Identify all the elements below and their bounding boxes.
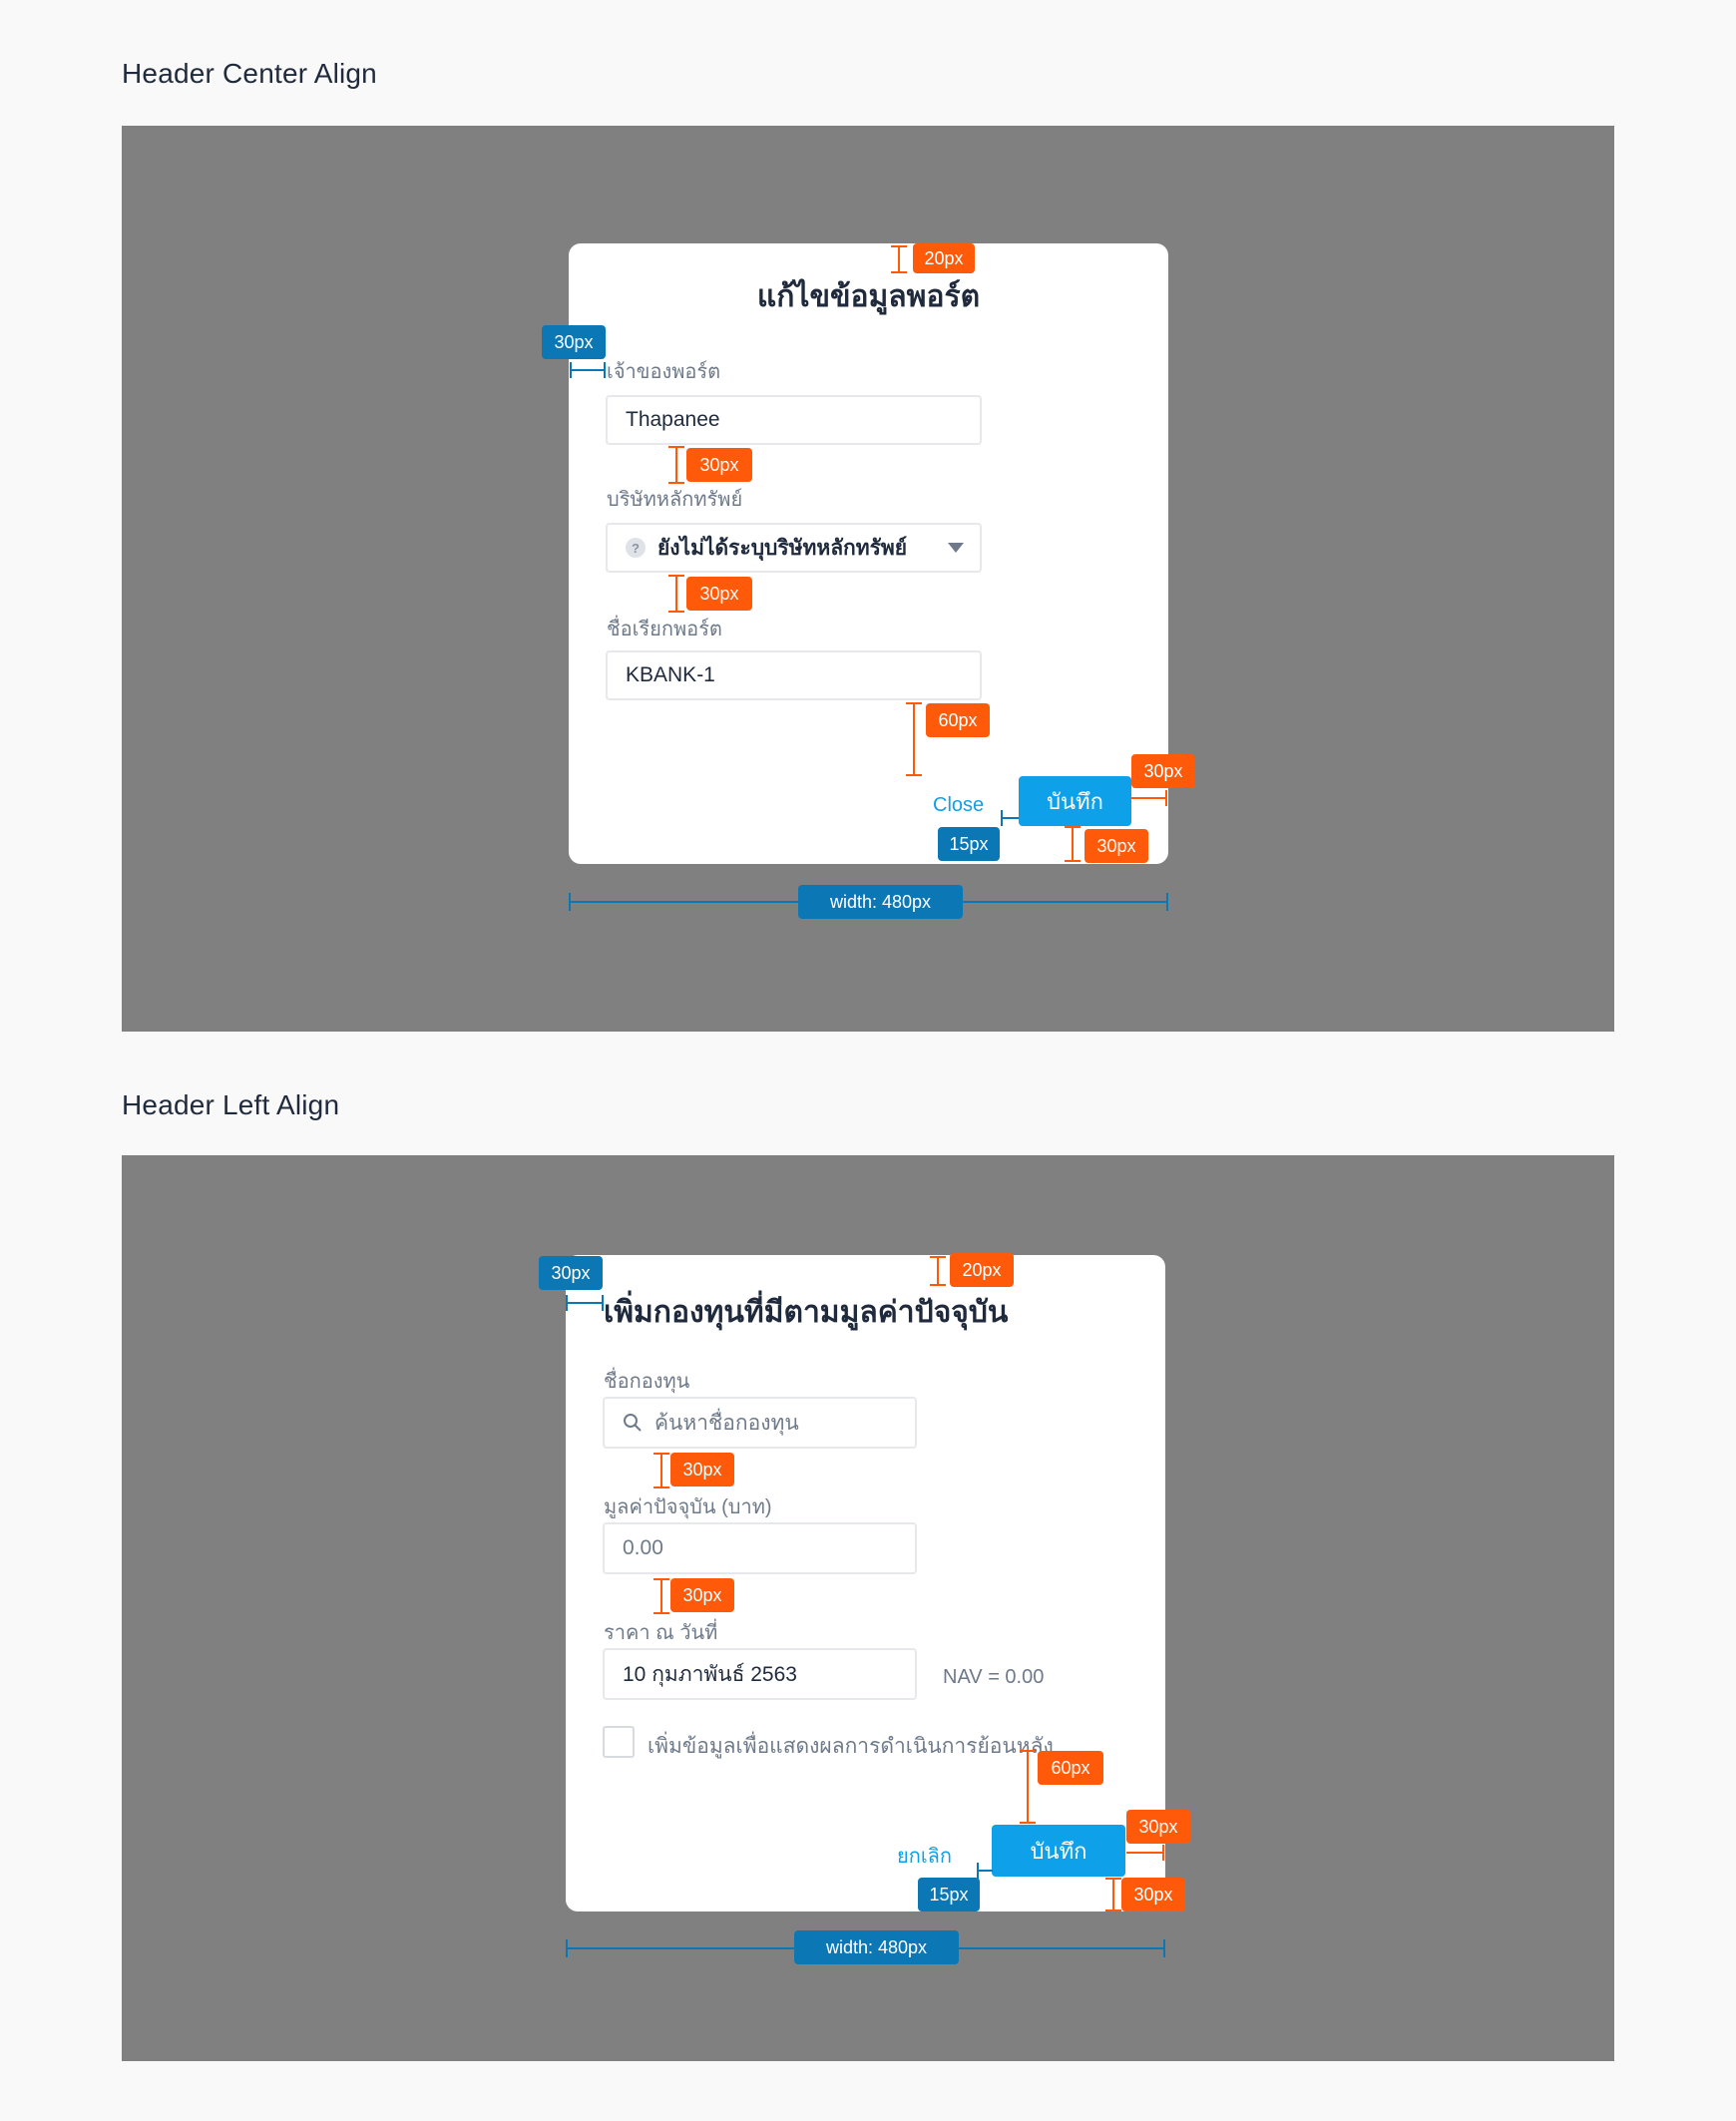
broker-select[interactable]: ? ยังไม่ได้ระบุบริษัทหลักทรัพย์ <box>606 523 982 573</box>
current-value-field[interactable]: 0.00 <box>603 1522 917 1574</box>
spacing-tag-30px: 30px <box>686 448 752 482</box>
spacing-marker-cap <box>668 482 684 484</box>
help-icon: ? <box>626 538 646 558</box>
spacing-marker <box>675 575 677 613</box>
spacing-tag-20px: 20px <box>950 1253 1014 1287</box>
spacing-marker-cap <box>1020 1822 1036 1824</box>
spacing-marker-cap <box>570 362 572 378</box>
width-marker-cap <box>566 1939 568 1957</box>
spacing-marker-cap <box>1065 860 1081 862</box>
spacing-marker-cap <box>668 575 684 577</box>
spacing-marker-cap <box>1105 1909 1121 1911</box>
spacing-tag-30px: 30px <box>686 577 752 611</box>
spacing-marker <box>570 369 606 371</box>
spacing-tag-15px: 15px <box>938 827 1000 861</box>
spacing-marker-cap <box>1162 1845 1164 1861</box>
spacing-marker-cap <box>653 1486 669 1488</box>
spacing-marker-cap <box>930 1284 946 1286</box>
spacing-marker-cap <box>604 362 606 378</box>
fund-search-placeholder: ค้นหาชื่อกองทุน <box>654 1411 799 1435</box>
spacing-tag-15px: 15px <box>918 1878 980 1911</box>
spacing-marker-cap <box>653 1578 669 1580</box>
spacing-marker-cap <box>891 271 907 273</box>
dialog-title: เพิ่มกองทุนที่มีตามมูลค่าปัจจุบัน <box>604 1296 1009 1329</box>
dialog-left: เพิ่มกองทุนที่มีตามมูลค่าปัจจุบัน ชื่อกอ… <box>566 1255 1165 1911</box>
current-value-label: มูลค่าปัจจุบัน (บาท) <box>604 1496 772 1518</box>
caret-down-icon <box>948 543 964 553</box>
spacing-tag-60px: 60px <box>926 703 990 737</box>
spacing-marker <box>913 702 915 776</box>
spacing-tag-30px: 30px <box>1121 1878 1185 1911</box>
save-button[interactable]: บันทึก <box>1019 776 1131 826</box>
price-date-label: ราคา ณ วันที่ <box>604 1622 718 1644</box>
broker-select-value: ยังไม่ได้ระบุบริษัทหลักทรัพย์ <box>657 536 908 560</box>
history-checkbox-label: เพิ่มข้อมูลเพื่อแสดงผลการดำเนินการย้อนหล… <box>648 1735 1054 1758</box>
spacing-tag-30px: 30px <box>1126 1810 1190 1844</box>
spacing-marker-cap <box>977 1863 979 1879</box>
spacing-marker <box>1112 1878 1114 1911</box>
spacing-marker <box>675 446 677 484</box>
nav-text: NAV = 0.00 <box>943 1666 1045 1688</box>
owner-field[interactable]: Thapanee <box>606 395 982 445</box>
spacing-marker-cap <box>1165 790 1167 806</box>
spacing-marker-cap <box>566 1295 568 1311</box>
fund-name-label: ชื่อกองทุน <box>604 1371 690 1393</box>
spacing-marker-cap <box>930 1256 946 1258</box>
spacing-marker-cap <box>906 774 922 776</box>
dialog-center: แก้ไขข้อมูลพอร์ต เจ้าของพอร์ต Thapanee บ… <box>569 243 1168 864</box>
section-title-left: Header Left Align <box>122 1089 340 1120</box>
spacing-marker-cap <box>1020 1750 1036 1752</box>
spacing-tag-30px: 30px <box>1085 829 1148 863</box>
spacing-marker-cap <box>668 611 684 613</box>
width-marker-cap <box>1166 893 1168 911</box>
nickname-field[interactable]: KBANK-1 <box>606 650 982 700</box>
spacing-marker <box>1001 817 1019 819</box>
spacing-marker <box>1027 1750 1029 1824</box>
spacing-marker <box>1126 1852 1164 1854</box>
spacing-tag-30px: 30px <box>670 1453 734 1486</box>
spacing-marker-cap <box>602 1295 604 1311</box>
spacing-marker-cap <box>891 245 907 247</box>
spacing-marker <box>1131 797 1167 799</box>
width-marker-cap <box>569 893 571 911</box>
close-button[interactable]: Close <box>933 794 984 817</box>
spacing-tag-30px: 30px <box>670 1578 734 1612</box>
spacing-marker <box>566 1302 604 1304</box>
history-checkbox[interactable] <box>603 1726 635 1758</box>
price-date-field[interactable]: 10 กุมภาพันธ์ 2563 <box>603 1648 917 1700</box>
width-tag: width: 480px <box>798 885 963 919</box>
spacing-marker <box>1072 826 1074 862</box>
spacing-tag-30px: 30px <box>1131 754 1195 788</box>
save-button[interactable]: บันทึก <box>992 1825 1125 1877</box>
spacing-marker-cap <box>668 446 684 448</box>
spacing-marker-cap <box>653 1612 669 1614</box>
spacing-tag-30px: 30px <box>539 1256 603 1290</box>
spacing-marker <box>660 1453 662 1488</box>
spacing-marker-cap <box>653 1453 669 1455</box>
spacing-marker <box>977 1870 993 1872</box>
spacing-tag-30px: 30px <box>542 325 606 359</box>
spacing-marker-cap <box>906 702 922 704</box>
spacing-tag-20px: 20px <box>913 243 975 273</box>
spacing-marker-cap <box>1065 826 1081 828</box>
spacing-marker <box>660 1578 662 1614</box>
spacing-marker-cap <box>1001 810 1003 826</box>
nickname-label: ชื่อเรียกพอร์ต <box>607 619 722 640</box>
fund-search-field[interactable]: ค้นหาชื่อกองทุน <box>603 1397 917 1449</box>
width-tag: width: 480px <box>794 1930 959 1964</box>
search-icon <box>624 1414 642 1432</box>
dialog-title: แก้ไขข้อมูลพอร์ต <box>756 280 981 313</box>
broker-label: บริษัทหลักทรัพย์ <box>607 489 743 511</box>
cancel-button[interactable]: ยกเลิก <box>897 1840 952 1872</box>
width-marker-cap <box>1163 1939 1165 1957</box>
section-title-center: Header Center Align <box>122 58 377 89</box>
spacing-tag-60px: 60px <box>1038 1751 1103 1785</box>
owner-label: เจ้าของพอร์ต <box>607 361 721 383</box>
spacing-marker-cap <box>1105 1878 1121 1880</box>
spacing-marker <box>898 245 900 273</box>
spacing-marker <box>937 1256 939 1286</box>
